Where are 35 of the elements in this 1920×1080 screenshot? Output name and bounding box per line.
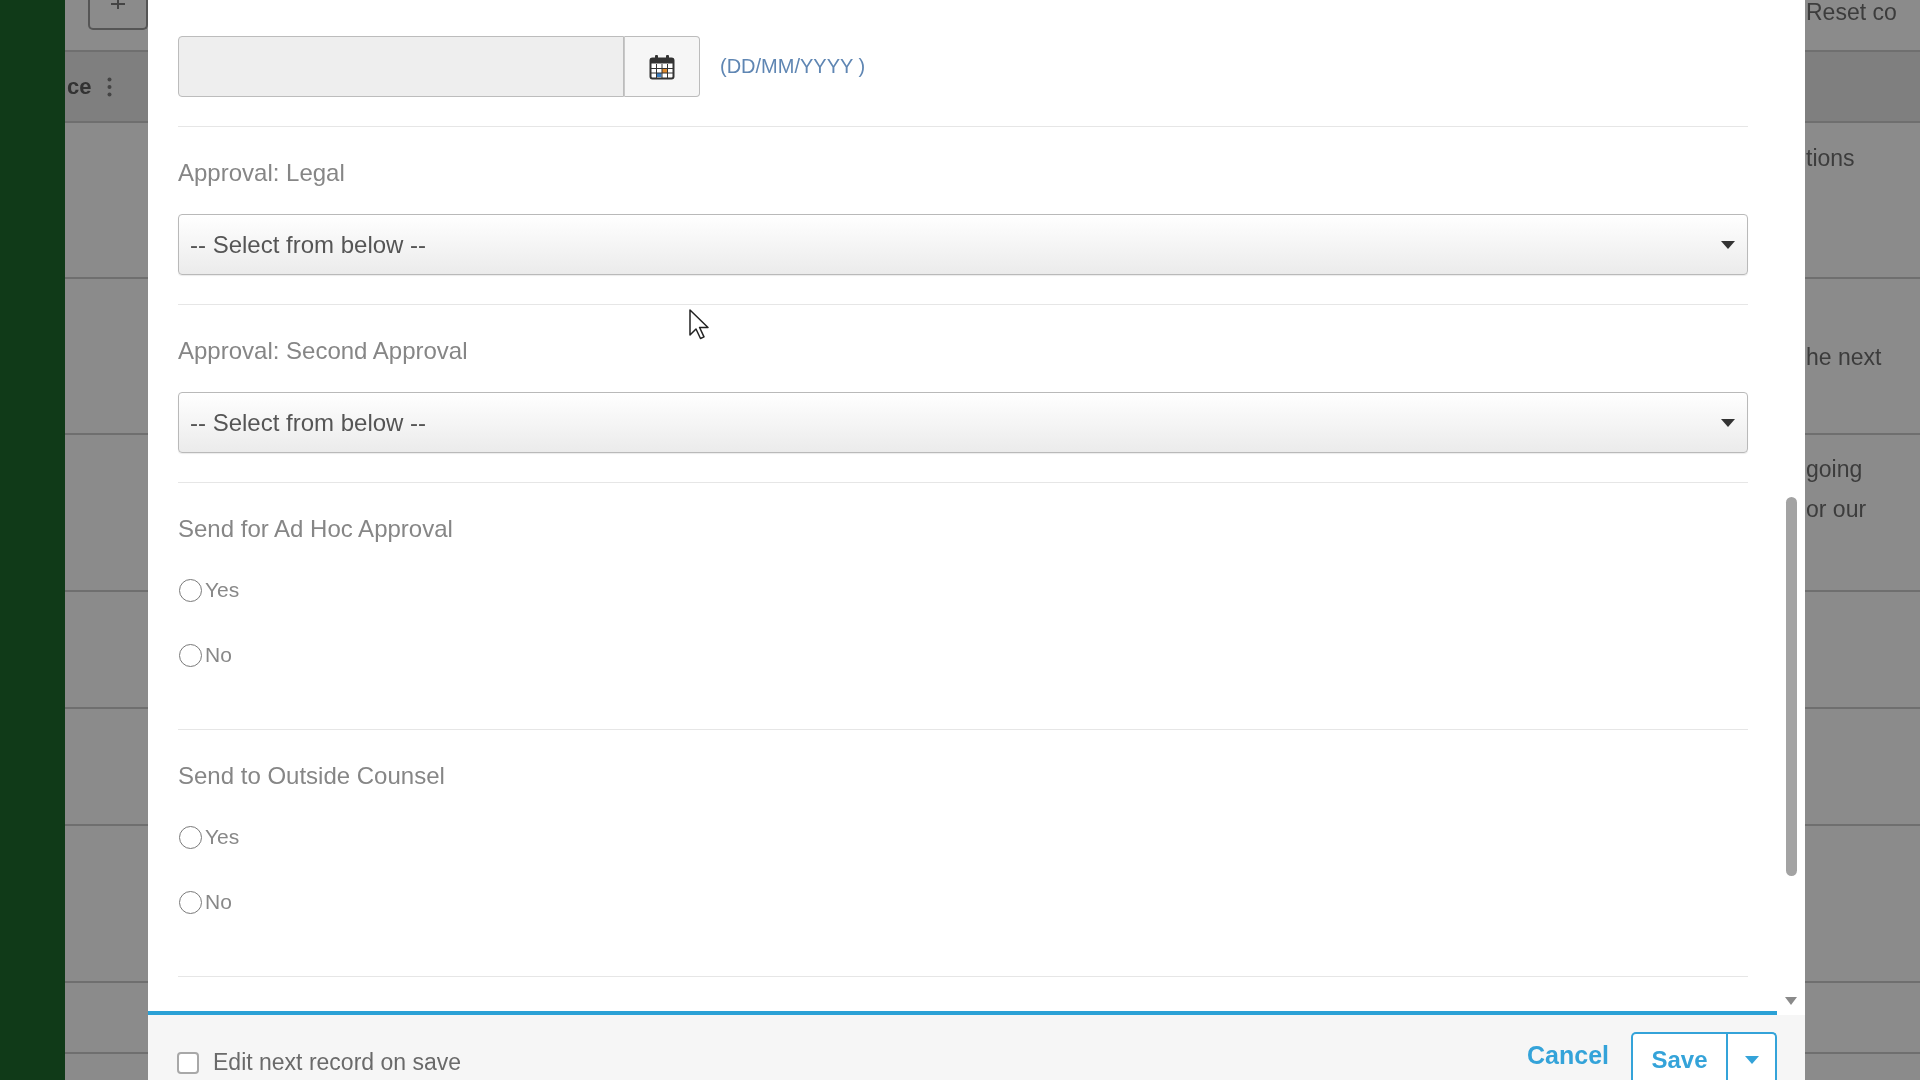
cell-text: tions bbox=[1805, 144, 1856, 173]
checkbox[interactable] bbox=[177, 1051, 199, 1074]
cell-text: or our bbox=[1805, 495, 1868, 524]
caret-icon bbox=[1721, 240, 1735, 249]
scroll-down-arrow-icon[interactable] bbox=[1785, 997, 1797, 1005]
calendar-button[interactable] bbox=[624, 36, 700, 97]
cell-text: going bbox=[1805, 455, 1864, 484]
cell-text: he next bbox=[1805, 343, 1883, 372]
calendar-icon bbox=[649, 53, 675, 80]
field-label: Approval: Second Approval bbox=[178, 336, 468, 366]
radio-button[interactable] bbox=[179, 890, 202, 914]
radio-button[interactable] bbox=[179, 578, 202, 602]
option-label: No bbox=[205, 890, 232, 914]
radio-button[interactable] bbox=[179, 825, 202, 849]
dropdown-select[interactable]: -- Select from below -- bbox=[178, 214, 1748, 275]
option-label: Yes bbox=[205, 578, 240, 602]
column-header: ce bbox=[67, 73, 92, 100]
scrollbar-thumb[interactable] bbox=[1786, 497, 1797, 876]
field-label: Approval: Legal bbox=[178, 158, 345, 188]
caret-icon bbox=[1721, 418, 1735, 427]
option-label: No bbox=[205, 643, 232, 667]
kebab-menu-icon[interactable] bbox=[107, 76, 113, 97]
dropdown-select[interactable]: -- Select from below -- bbox=[178, 392, 1748, 453]
date-input[interactable] bbox=[178, 36, 624, 97]
mouse-cursor-icon bbox=[689, 309, 709, 340]
field-label: Send for Ad Hoc Approval bbox=[178, 514, 453, 544]
radio-button[interactable] bbox=[179, 643, 202, 667]
checkbox-label: Edit next record on save bbox=[213, 1049, 462, 1076]
plus-icon bbox=[111, 0, 125, 10]
option-label: Yes bbox=[205, 825, 240, 849]
toolbar-text: Reset co bbox=[1805, 0, 1898, 24]
save-options-button[interactable] bbox=[1728, 1032, 1777, 1080]
field-label: Send to Outside Counsel bbox=[178, 761, 445, 791]
caret-icon bbox=[1744, 1056, 1759, 1064]
date-format-hint: (DD/MM/YYYY ) bbox=[720, 55, 866, 78]
